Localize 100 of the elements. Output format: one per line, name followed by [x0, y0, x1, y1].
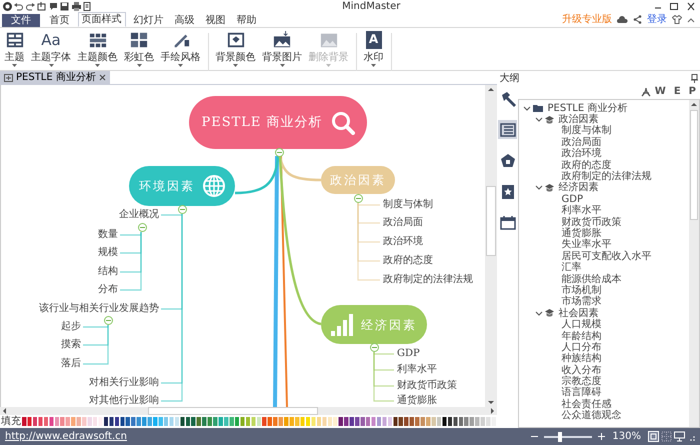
- presentation-icon[interactable]: [674, 431, 685, 442]
- outline-item[interactable]: 政府制定的法律法规: [562, 171, 652, 182]
- outline-item[interactable]: 政治因素: [558, 114, 598, 126]
- topic-text[interactable]: 分布: [98, 284, 118, 296]
- shirt-icon[interactable]: [672, 15, 682, 24]
- grid-view-icon[interactable]: [661, 431, 672, 442]
- login-link[interactable]: 登录: [647, 12, 667, 27]
- ribbon-button[interactable]: 主题颜色: [76, 30, 120, 68]
- save-icon[interactable]: [60, 2, 69, 10]
- export-button[interactable]: P: [684, 86, 700, 98]
- collapse-chevron-icon[interactable]: [535, 116, 543, 124]
- topic-text[interactable]: 政府的态度: [383, 255, 433, 267]
- menu-tab[interactable]: 视图: [202, 14, 228, 27]
- outline-item[interactable]: PESTLE 商业分析: [548, 102, 628, 114]
- collapse-toggle[interactable]: [354, 194, 362, 202]
- undo-icon[interactable]: [14, 2, 23, 10]
- outline-item[interactable]: 利率水平: [562, 205, 602, 216]
- menu-tab[interactable]: 帮助: [234, 14, 260, 27]
- fit-page-icon[interactable]: [648, 431, 659, 442]
- maximize-icon[interactable]: [667, 2, 681, 10]
- share-icon[interactable]: [633, 15, 642, 24]
- topic-text[interactable]: 摸索: [61, 339, 81, 351]
- outline-item[interactable]: 政府的态度: [562, 160, 612, 171]
- app-logo-icon[interactable]: [2, 2, 12, 10]
- open-icon[interactable]: [37, 2, 46, 10]
- collapse-toggle[interactable]: [178, 204, 186, 214]
- topic-text[interactable]: 企业概况: [119, 209, 159, 221]
- collapse-toggle[interactable]: [138, 222, 146, 232]
- ribbon-button[interactable]: 背景图片: [260, 30, 304, 68]
- website-link[interactable]: http://www.edrawsoft.cn: [5, 429, 127, 444]
- topic-text[interactable]: 财政货币政策: [397, 380, 457, 392]
- collapse-chevron-icon[interactable]: [535, 184, 543, 192]
- outline-item[interactable]: 制度与体制: [562, 125, 612, 136]
- ribbon-button[interactable]: 背景颜色: [214, 30, 258, 68]
- collapse-toggle[interactable]: [370, 342, 378, 352]
- outline-item[interactable]: 市场需求: [562, 296, 602, 308]
- scrollbar-thumb[interactable]: [690, 110, 698, 220]
- file-menu-button[interactable]: 文件: [2, 14, 40, 27]
- ribbon-button[interactable]: A 水印: [362, 30, 386, 68]
- topic-text[interactable]: 政府制定的法律法规: [383, 274, 473, 286]
- export-button[interactable]: E: [670, 86, 685, 98]
- topic-text[interactable]: 对相关行业影响: [89, 377, 159, 389]
- menu-tab[interactable]: 幻灯片: [130, 14, 166, 27]
- outline-item[interactable]: 种族结构: [562, 353, 602, 364]
- document-tab[interactable]: PESTLE 商业分析: [0, 71, 110, 84]
- topic-text[interactable]: 落后: [61, 358, 81, 370]
- outline-item[interactable]: 政治环境: [562, 148, 602, 160]
- menu-tab[interactable]: 首页: [46, 14, 72, 27]
- color-palette-drawing[interactable]: [22, 417, 497, 426]
- ribbon-button[interactable]: 主题: [2, 30, 26, 68]
- outline-item[interactable]: 人口分布: [562, 342, 602, 353]
- outline-item[interactable]: 失业率水平: [562, 239, 612, 250]
- collapse-chevron-icon[interactable]: [523, 104, 531, 112]
- outline-item[interactable]: 社会因素: [558, 308, 598, 319]
- topic-text[interactable]: 制度与体制: [383, 199, 433, 211]
- ribbon-button[interactable]: 手绘风格: [158, 30, 202, 68]
- outline-item[interactable]: 语言障碍: [562, 387, 602, 398]
- topic-text[interactable]: 起步: [61, 321, 81, 333]
- outline-item[interactable]: GDP: [562, 194, 583, 205]
- outline-item[interactable]: 通货膨胀: [562, 228, 602, 239]
- scrollbar-thumb[interactable]: [148, 407, 318, 415]
- outline-item[interactable]: 年龄结构: [562, 330, 602, 342]
- topic-text[interactable]: 政治局面: [383, 217, 423, 229]
- outline-item[interactable]: 汇率: [562, 262, 582, 274]
- outline-item[interactable]: 公众道德观念: [562, 410, 622, 422]
- topic-text[interactable]: 通货膨胀: [397, 395, 437, 407]
- outline-item[interactable]: 市场机制: [562, 284, 602, 296]
- outline-item[interactable]: 宗教态度: [562, 376, 602, 388]
- collapse-toggle[interactable]: [104, 316, 112, 324]
- outline-item[interactable]: 能源供给成本: [562, 274, 622, 285]
- outline-item[interactable]: 财政货币政策: [562, 216, 622, 228]
- print-icon[interactable]: [72, 2, 80, 10]
- outline-item[interactable]: 收入分布: [562, 364, 602, 376]
- pin-icon[interactable]: [690, 74, 698, 82]
- topic-text[interactable]: 政治环境: [383, 236, 423, 248]
- outline-item[interactable]: 经济因素: [558, 182, 598, 194]
- collapse-chevron-icon[interactable]: [535, 310, 543, 317]
- side-tab[interactable]: [498, 151, 517, 170]
- outline-item[interactable]: 政治局面: [562, 136, 602, 148]
- topic-text[interactable]: 对其他行业影响: [89, 395, 159, 407]
- topic-text[interactable]: GDP: [397, 348, 420, 360]
- menu-tab[interactable]: 页面样式: [78, 12, 126, 27]
- topic-text[interactable]: 该行业与相关行业发展趋势: [39, 303, 159, 315]
- outline-item[interactable]: 人口规模: [562, 319, 602, 330]
- topic-text[interactable]: 规模: [98, 247, 118, 259]
- chat-icon[interactable]: [48, 2, 58, 10]
- outline-item[interactable]: 居民可支配收入水平: [562, 250, 652, 262]
- slider-thumb[interactable]: [558, 432, 562, 442]
- topic-text[interactable]: 利率水平: [397, 364, 437, 376]
- redo-icon[interactable]: [26, 2, 34, 10]
- cloud-icon[interactable]: [617, 16, 628, 24]
- close-tab-icon[interactable]: [98, 74, 106, 81]
- ribbon-button[interactable]: Aa 主题字体: [29, 30, 73, 68]
- ribbon-button[interactable]: 彩虹色: [122, 30, 156, 68]
- collapse-toggle[interactable]: [274, 148, 284, 156]
- side-tab[interactable]: [498, 120, 517, 139]
- side-tab[interactable]: [498, 213, 517, 232]
- topic-text[interactable]: 数量: [98, 229, 118, 241]
- page-icon[interactable]: [83, 2, 92, 10]
- scrollbar-thumb[interactable]: [486, 186, 496, 256]
